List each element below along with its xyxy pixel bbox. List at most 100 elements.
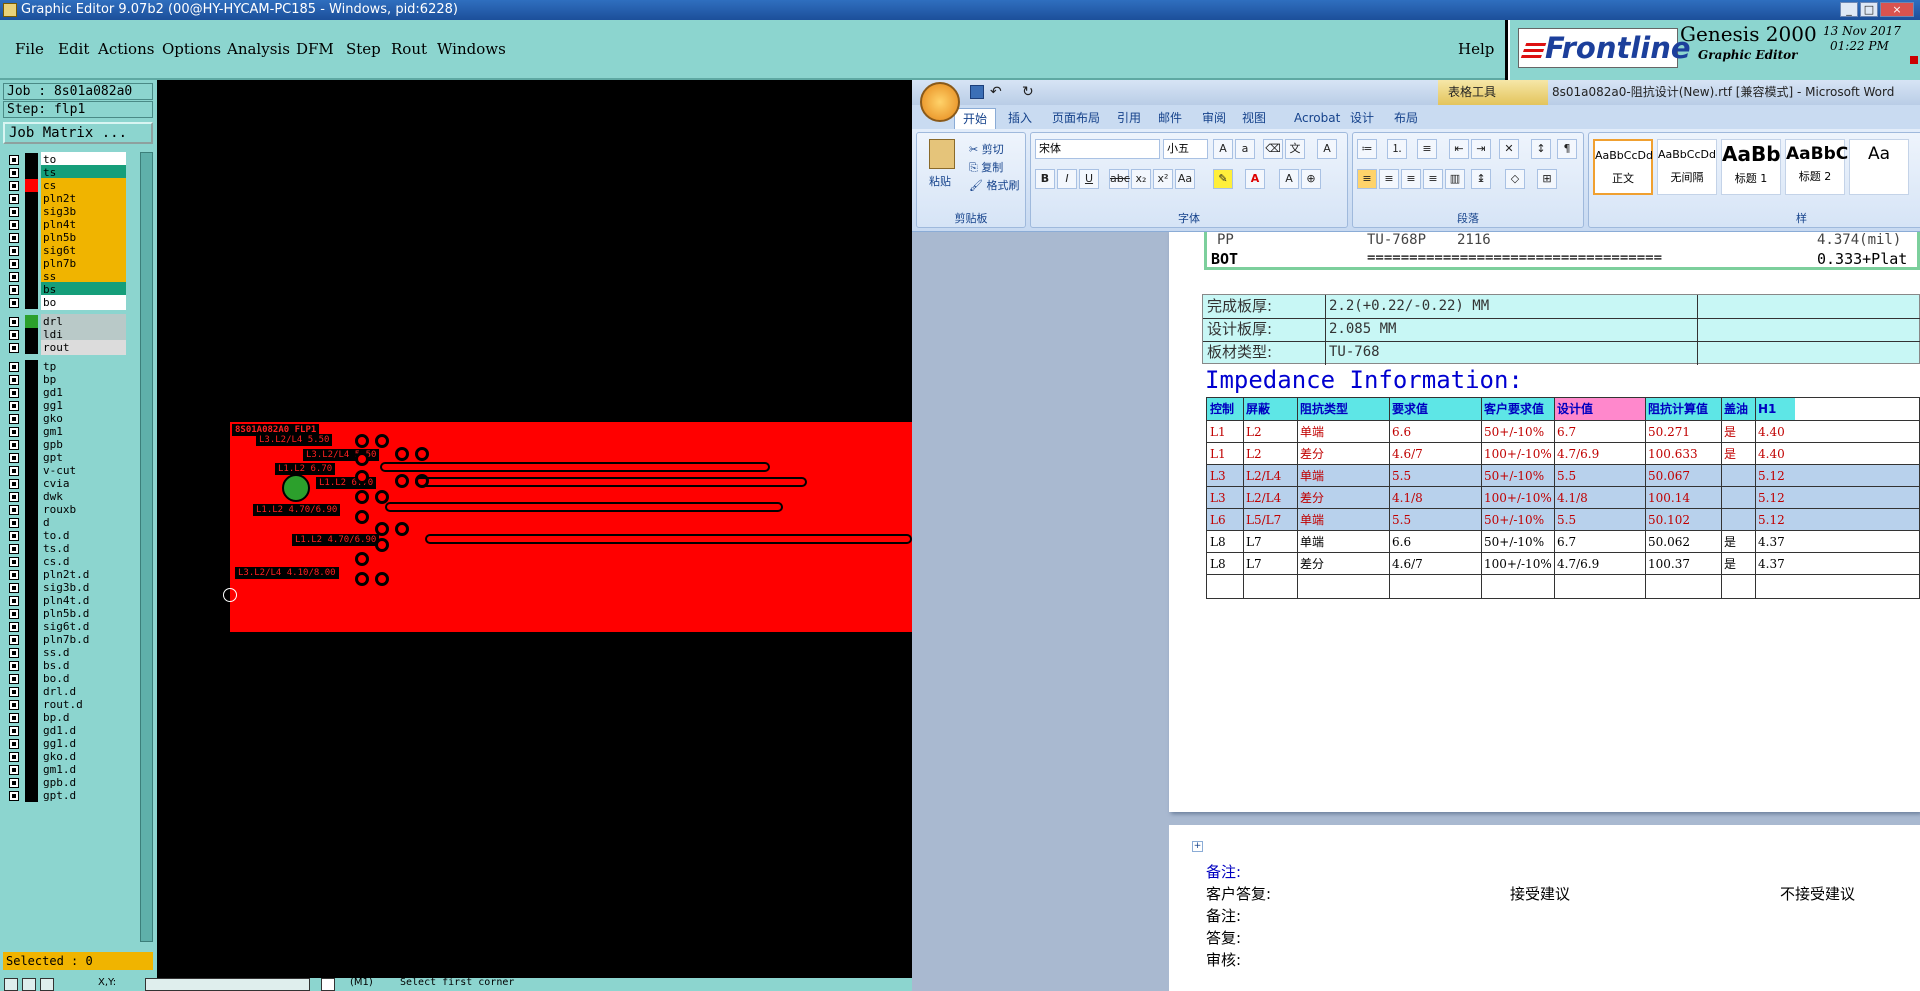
layer-checkbox[interactable] xyxy=(9,220,19,230)
style-normal[interactable]: AaBbCcDd 正文 xyxy=(1593,139,1653,195)
coordinate-input[interactable] xyxy=(145,978,310,991)
layer-checkbox[interactable] xyxy=(9,272,19,282)
layer-checkbox[interactable] xyxy=(9,388,19,398)
phonetic-icon[interactable]: 文 xyxy=(1285,139,1305,159)
menu-edit[interactable]: Edit xyxy=(58,40,89,58)
ribbon-tab[interactable]: Acrobat xyxy=(1286,108,1348,129)
layer-checkbox[interactable] xyxy=(9,778,19,788)
layer-checkbox[interactable] xyxy=(9,259,19,269)
sort-icon[interactable]: ↕ xyxy=(1531,139,1551,159)
layer-row[interactable]: bo xyxy=(3,295,138,310)
change-case-icon[interactable]: Aa xyxy=(1175,169,1195,189)
ribbon-tab[interactable]: 布局 xyxy=(1386,108,1426,129)
layer-checkbox[interactable] xyxy=(9,596,19,606)
document-area[interactable]: PP TU-768P 2116 4.374(mil) BOT =========… xyxy=(912,232,1920,991)
decrease-indent-icon[interactable]: ⇤ xyxy=(1449,139,1469,159)
paste-button[interactable]: 粘贴 xyxy=(929,173,951,189)
ribbon-tab[interactable]: 引用 xyxy=(1109,108,1149,129)
layer-checkbox[interactable] xyxy=(9,557,19,567)
layer-checkbox[interactable] xyxy=(9,207,19,217)
layer-checkbox[interactable] xyxy=(9,765,19,775)
ribbon-tab[interactable]: 设计 xyxy=(1342,108,1382,129)
maximize-button[interactable]: □ xyxy=(1860,2,1878,17)
layer-checkbox[interactable] xyxy=(9,583,19,593)
italic-icon[interactable]: I xyxy=(1057,169,1077,189)
minimize-button[interactable]: _ xyxy=(1840,2,1858,17)
style-no-spacing[interactable]: AaBbCcDd 无间隔 xyxy=(1657,139,1717,195)
layer-checkbox[interactable] xyxy=(9,648,19,658)
menu-options[interactable]: Options xyxy=(162,40,221,58)
layer-checkbox[interactable] xyxy=(9,414,19,424)
layer-checkbox[interactable] xyxy=(9,505,19,515)
layer-checkbox[interactable] xyxy=(9,791,19,801)
ribbon-tab[interactable]: 审阅 xyxy=(1194,108,1234,129)
strikethrough-icon[interactable]: abc xyxy=(1109,169,1130,189)
menu-dfm[interactable]: DFM xyxy=(296,40,334,58)
style-more[interactable]: Aa xyxy=(1849,139,1909,195)
align-center-icon[interactable]: ≡ xyxy=(1379,169,1399,189)
highlight-icon[interactable]: ✎ xyxy=(1213,169,1233,189)
bullets-icon[interactable]: ≔ xyxy=(1357,139,1377,159)
layer-checkbox[interactable] xyxy=(9,453,19,463)
layer-checkbox[interactable] xyxy=(9,233,19,243)
align-right-icon[interactable]: ≡ xyxy=(1401,169,1421,189)
layer-checkbox[interactable] xyxy=(9,739,19,749)
ribbon-tab[interactable]: 开始 xyxy=(954,108,997,129)
layer-checkbox[interactable] xyxy=(9,246,19,256)
layer-checkbox[interactable] xyxy=(9,155,19,165)
layer-row[interactable]: rout xyxy=(3,340,138,355)
layer-checkbox[interactable] xyxy=(9,181,19,191)
ribbon-tab[interactable]: 页面布局 xyxy=(1044,108,1108,129)
graphic-canvas[interactable]: 8S01A082A0 FLP1 L3.L2/L4 5.50 L3.L2/L4 5… xyxy=(157,80,912,978)
enclose-char-icon[interactable]: ⊕ xyxy=(1301,169,1321,189)
layer-checkbox[interactable] xyxy=(9,713,19,723)
layer-checkbox[interactable] xyxy=(9,674,19,684)
layer-checkbox[interactable] xyxy=(9,440,19,450)
char-border-icon[interactable]: A xyxy=(1317,139,1337,159)
layer-checkbox[interactable] xyxy=(9,466,19,476)
clear-format-icon[interactable]: ⌫ xyxy=(1263,139,1283,159)
layer-checkbox[interactable] xyxy=(9,330,19,340)
bold-icon[interactable]: B xyxy=(1035,169,1055,189)
style-heading-1[interactable]: AaBb 标题 1 xyxy=(1721,139,1781,195)
layer-checkbox[interactable] xyxy=(9,700,19,710)
layer-checkbox[interactable] xyxy=(9,492,19,502)
layer-checkbox[interactable] xyxy=(9,635,19,645)
justify-icon[interactable]: ≡ xyxy=(1423,169,1443,189)
layer-checkbox[interactable] xyxy=(9,427,19,437)
style-heading-2[interactable]: AaBbC 标题 2 xyxy=(1785,139,1848,195)
layer-checkbox[interactable] xyxy=(9,401,19,411)
layer-name[interactable]: rout xyxy=(41,340,126,355)
layer-checkbox[interactable] xyxy=(9,570,19,580)
format-painter-button[interactable]: 🖌 格式刷 xyxy=(969,177,1019,193)
font-color-icon[interactable]: A xyxy=(1245,169,1265,189)
layer-checkbox[interactable] xyxy=(9,168,19,178)
paste-icon[interactable] xyxy=(929,139,955,169)
close-button[interactable]: × xyxy=(1880,2,1914,17)
ribbon-tab[interactable]: 视图 xyxy=(1234,108,1274,129)
chinese-layout-icon[interactable]: ✕ xyxy=(1499,139,1519,159)
layer-row[interactable]: gpt.d xyxy=(3,788,138,803)
menu-step[interactable]: Step xyxy=(346,40,381,58)
zoom-tool-icon[interactable] xyxy=(40,978,54,991)
underline-icon[interactable]: U xyxy=(1079,169,1099,189)
show-marks-icon[interactable]: ¶ xyxy=(1557,139,1577,159)
menu-analysis[interactable]: Analysis xyxy=(227,40,290,58)
save-icon[interactable] xyxy=(970,85,984,99)
layer-checkbox[interactable] xyxy=(9,622,19,632)
grow-font-icon[interactable]: A xyxy=(1213,139,1233,159)
shading-icon[interactable]: ◇ xyxy=(1505,169,1525,189)
borders-icon[interactable]: ⊞ xyxy=(1537,169,1557,189)
layer-checkbox[interactable] xyxy=(9,375,19,385)
align-left-icon[interactable]: ≡ xyxy=(1357,169,1377,189)
layer-checkbox[interactable] xyxy=(9,544,19,554)
layer-checkbox[interactable] xyxy=(9,298,19,308)
menu-windows[interactable]: Windows xyxy=(437,40,506,58)
layer-checkbox[interactable] xyxy=(9,752,19,762)
layer-checkbox[interactable] xyxy=(9,194,19,204)
layer-checkbox[interactable] xyxy=(9,317,19,327)
layer-checkbox[interactable] xyxy=(9,518,19,528)
line-spacing-icon[interactable]: ↨ xyxy=(1471,169,1491,189)
superscript-icon[interactable]: x² xyxy=(1153,169,1173,189)
menu-actions[interactable]: Actions xyxy=(98,40,154,58)
